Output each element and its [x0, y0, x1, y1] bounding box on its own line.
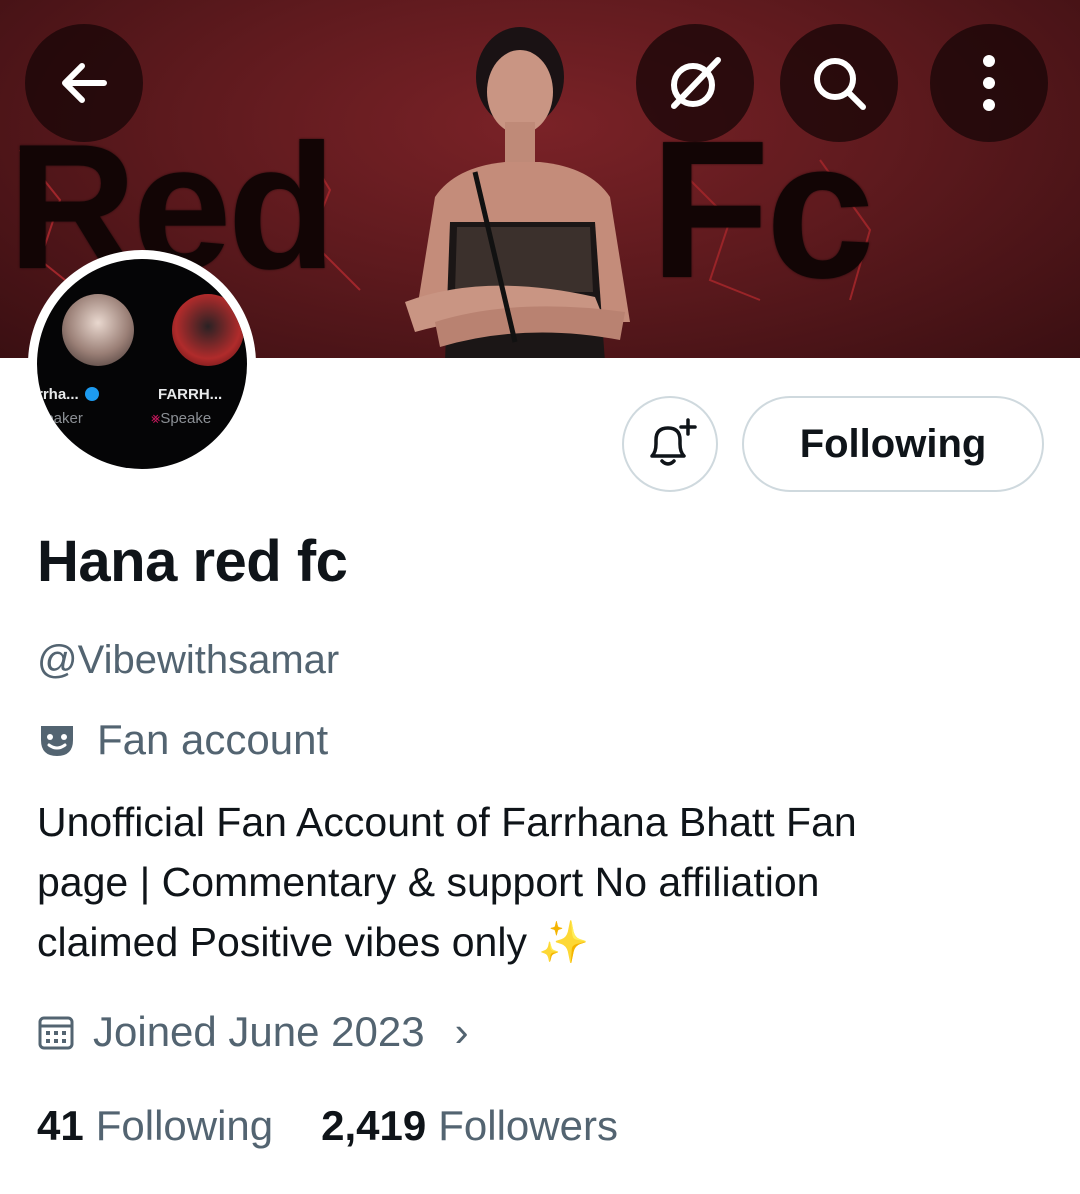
avatar-speaker-name-1: rrha... [37, 386, 99, 403]
arrow-left-icon [62, 63, 107, 103]
follow-stats: 41 Following 2,419 Followers [37, 1102, 618, 1150]
followers-stat-link[interactable]: 2,419 Followers [321, 1102, 618, 1150]
profile-category: Fan account [37, 716, 328, 764]
banner-person-figure [405, 27, 630, 358]
bio-line-1: Unofficial Fan Account of Farrhana Bhatt… [37, 799, 857, 845]
followers-count: 2,419 [321, 1102, 427, 1149]
profile-avatar[interactable]: rrha... FARRH... peaker ⨳Speake [28, 250, 256, 478]
bio-line-2: page | Commentary & support No affiliati… [37, 859, 820, 905]
more-options-button[interactable] [930, 24, 1048, 142]
avatar-image: rrha... FARRH... peaker ⨳Speake [37, 259, 247, 469]
bio-line-3: claimed Positive vibes only ✨ [37, 912, 1037, 972]
followers-label: Followers [438, 1102, 618, 1149]
bell-plus-icon [650, 418, 697, 466]
calendar-icon [38, 1016, 74, 1050]
following-count: 41 [37, 1102, 84, 1149]
search-icon [814, 58, 866, 110]
grok-button[interactable] [636, 24, 754, 142]
theater-masks-icon [41, 726, 73, 756]
following-button[interactable]: Following [742, 396, 1044, 492]
username-handle: @Vibewithsamar [37, 638, 340, 682]
sparkles-emoji: ✨ [538, 919, 590, 965]
mic-off-icon: ⨳ [151, 410, 161, 427]
grok-icon [671, 57, 721, 109]
category-label: Fan account [97, 716, 329, 763]
search-button[interactable] [780, 24, 898, 142]
joined-date-label: Joined June 2023 [93, 1008, 425, 1055]
avatar-speaker-photo-1 [62, 294, 134, 366]
chevron-right-icon: › [454, 1008, 469, 1055]
avatar-speaker-name-2: FARRH... [158, 386, 223, 403]
following-stat-link[interactable]: 41 Following [37, 1102, 273, 1150]
following-label: Following [95, 1102, 274, 1149]
back-button[interactable] [25, 24, 143, 142]
avatar-speaker-role-1: peaker [37, 410, 83, 427]
more-vertical-icon [983, 55, 995, 111]
display-name: Hana red fc [37, 529, 348, 594]
avatar-speaker-photo-2 [172, 294, 244, 366]
avatar-speaker-role-2: ⨳Speake [151, 410, 211, 427]
bio-line-3-text: claimed Positive vibes only [37, 919, 527, 965]
joined-date-row[interactable]: Joined June 2023 › [37, 1008, 469, 1056]
notifications-button[interactable] [622, 396, 718, 492]
avatar-speaker-name-1-text: rrha... [37, 386, 79, 403]
profile-bio: Unofficial Fan Account of Farrhana Bhatt… [37, 792, 1037, 972]
avatar-speaker-role-2-text: Speake [160, 410, 212, 427]
verified-badge-icon [84, 387, 99, 401]
